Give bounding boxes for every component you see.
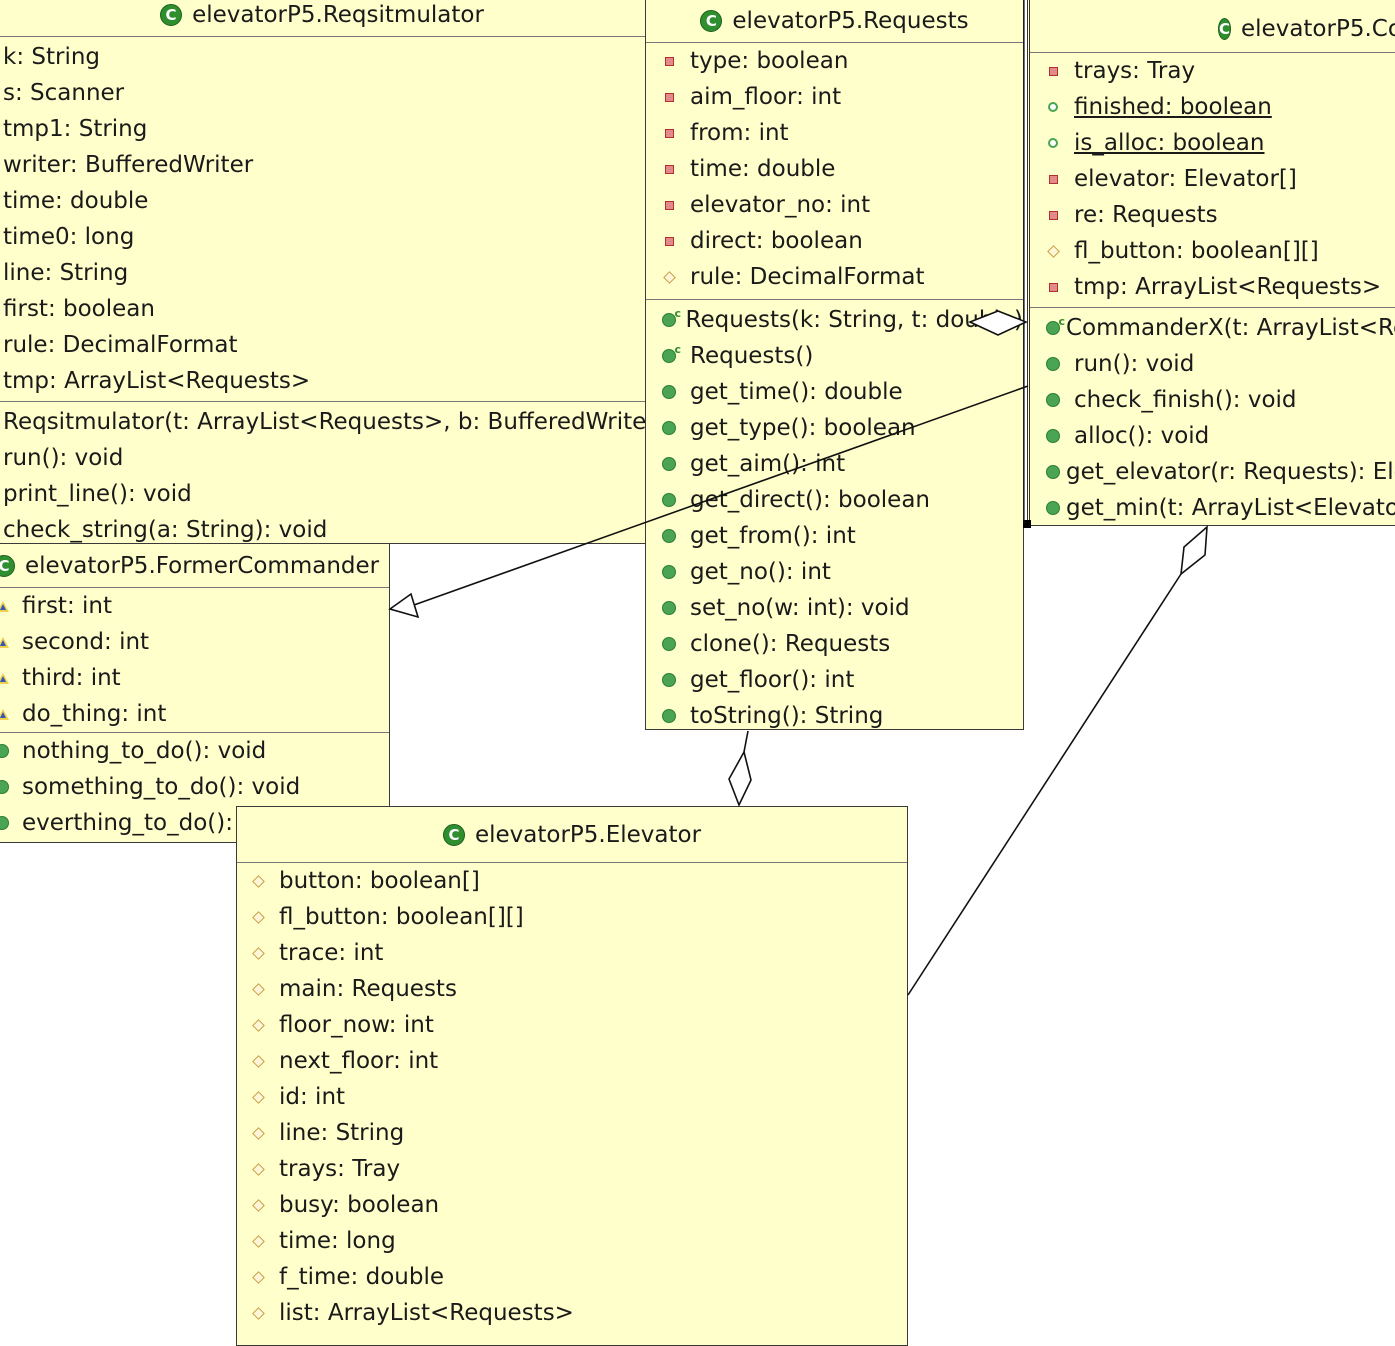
- connectors: [388, 0, 1208, 996]
- aggregation-diamond: [1179, 525, 1208, 576]
- aggregation-diamond: [728, 749, 752, 808]
- generalization-arrowhead: [388, 592, 420, 619]
- aggregation-diamond: [967, 310, 1029, 336]
- aggregation-line: [743, 730, 749, 753]
- generalization-line: [413, 385, 1029, 606]
- aggregation-line: [907, 573, 1182, 996]
